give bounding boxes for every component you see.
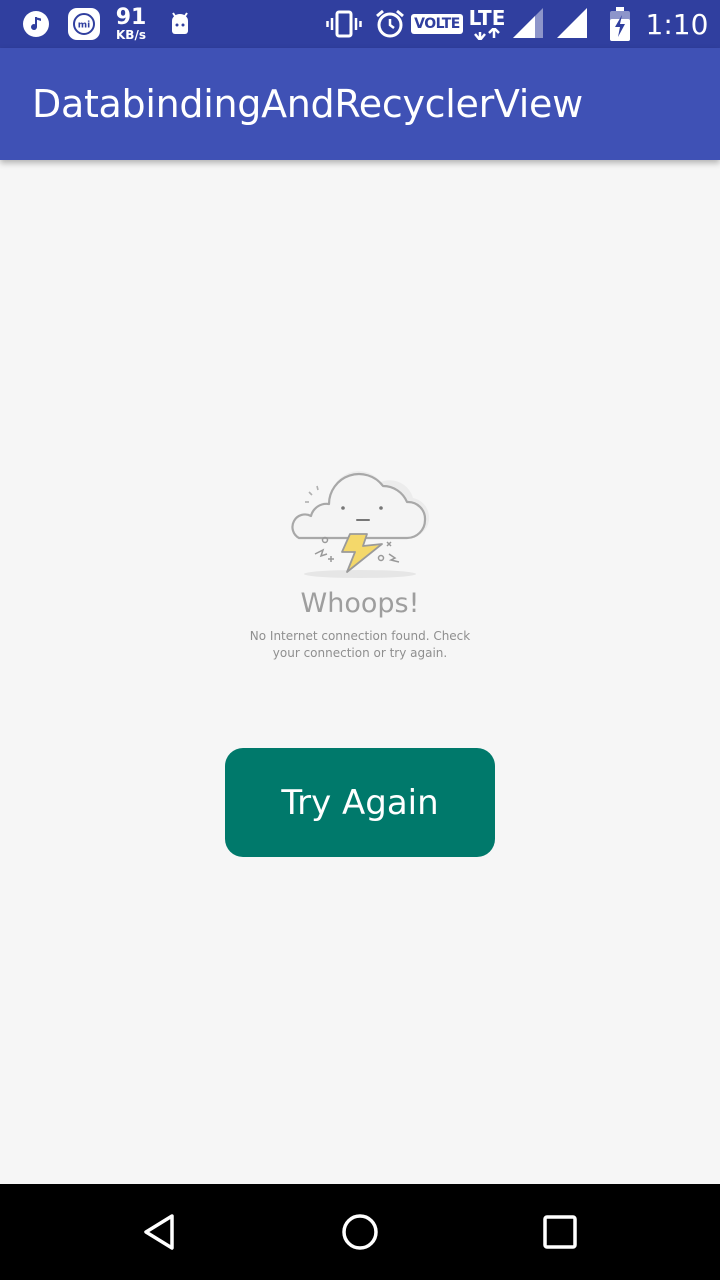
navigation-bar: [0, 1184, 720, 1280]
net-speed-unit: KB/s: [116, 28, 146, 42]
status-bar: mi 91 KB/s VOLTE LTE 1:10: [0, 0, 720, 48]
alarm-icon: [372, 0, 408, 48]
android-icon: [164, 0, 196, 48]
back-icon[interactable]: [112, 1184, 208, 1280]
lte-label: LTE: [468, 6, 506, 30]
error-message: No Internet connection found. Check your…: [240, 628, 480, 662]
error-message-line-1: No Internet connection found. Check: [249, 629, 471, 643]
music-icon: [18, 0, 54, 48]
clock-time: 1:10: [645, 7, 709, 41]
net-speed-value: 91: [115, 5, 147, 30]
battery-charging-icon: [604, 0, 636, 48]
main-content: Whoops! No Internet connection found. Ch…: [0, 160, 720, 1184]
app-bar: DatabindingAndRecyclerView: [0, 48, 720, 160]
vibrate-icon: [324, 0, 364, 48]
error-message-line-2: your connection or try again.: [272, 646, 448, 660]
home-icon[interactable]: [312, 1184, 408, 1280]
storm-cloud-icon: [285, 462, 435, 584]
svg-text:mi: mi: [78, 21, 90, 31]
lte-indicator: LTE: [466, 0, 508, 48]
net-speed: 91 KB/s: [108, 0, 154, 48]
volte-label: VOLTE: [411, 14, 463, 34]
mi-icon: mi: [66, 0, 102, 48]
signal-sim1-icon: [508, 0, 548, 48]
data-arrows-icon: [474, 28, 500, 40]
volte-badge: VOLTE: [411, 0, 463, 48]
signal-icon: [552, 0, 592, 48]
app-title: DatabindingAndRecyclerView: [32, 82, 583, 126]
clock: 1:10: [642, 0, 712, 48]
error-title: Whoops!: [300, 588, 420, 619]
try-again-button[interactable]: Try Again: [225, 748, 495, 857]
recents-icon[interactable]: [512, 1184, 608, 1280]
